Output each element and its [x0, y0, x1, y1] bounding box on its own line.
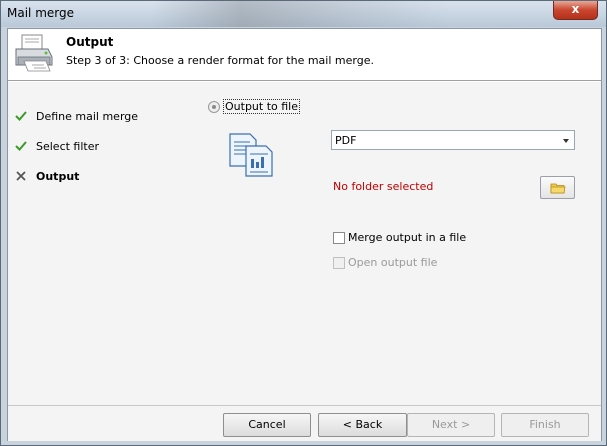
output-to-file-radio[interactable]: Output to file	[208, 99, 300, 114]
title-bar[interactable]: Mail merge x	[1, 1, 606, 27]
chevron-down-icon[interactable]	[563, 139, 569, 143]
documents-icon	[229, 133, 273, 177]
step-select-filter: Select filter	[14, 138, 99, 154]
dialog-client: Output Step 3 of 3: Choose a render form…	[7, 28, 602, 441]
browse-folder-button[interactable]	[540, 176, 575, 199]
checkbox-label: Open output file	[348, 256, 438, 269]
step-label: Output	[36, 169, 80, 183]
step-label: Define mail merge	[36, 109, 139, 123]
back-button[interactable]: < Back	[318, 413, 407, 437]
wizard-footer: Cancel < Back Next > Finish	[8, 405, 601, 441]
checkbox[interactable]	[333, 231, 345, 244]
next-button[interactable]: Next >	[407, 413, 495, 437]
wizard-body: Define mail merge Select filter Output O…	[8, 82, 601, 405]
checkbox[interactable]	[333, 256, 345, 269]
mail-merge-window: Mail merge x Output Step 3 of 3: Choose …	[0, 0, 607, 446]
page-title: Output	[66, 35, 114, 49]
cross-icon	[14, 169, 28, 183]
radio-button[interactable]	[208, 100, 220, 113]
close-button[interactable]: x	[553, 1, 598, 20]
checkmark-icon	[14, 139, 28, 153]
merge-output-checkbox[interactable]: Merge output in a file	[333, 231, 466, 244]
window-title: Mail merge	[7, 6, 74, 20]
folder-icon	[550, 183, 565, 193]
step-define-mail-merge: Define mail merge	[14, 108, 138, 124]
step-output: Output	[14, 168, 79, 184]
format-select[interactable]: PDF	[331, 130, 575, 150]
cancel-button[interactable]: Cancel	[223, 413, 311, 437]
page-subtitle: Step 3 of 3: Choose a render format for …	[66, 54, 374, 67]
radio-label: Output to file	[223, 99, 300, 114]
wizard-header: Output Step 3 of 3: Choose a render form…	[8, 29, 601, 81]
printer-icon	[15, 34, 53, 72]
checkbox-label: Merge output in a file	[348, 231, 467, 244]
folder-status-text: No folder selected	[333, 180, 434, 193]
format-select-value: PDF	[335, 134, 357, 147]
step-label: Select filter	[36, 139, 100, 153]
finish-button[interactable]: Finish	[501, 413, 589, 437]
open-output-checkbox[interactable]: Open output file	[333, 256, 437, 269]
checkmark-icon	[14, 109, 28, 123]
